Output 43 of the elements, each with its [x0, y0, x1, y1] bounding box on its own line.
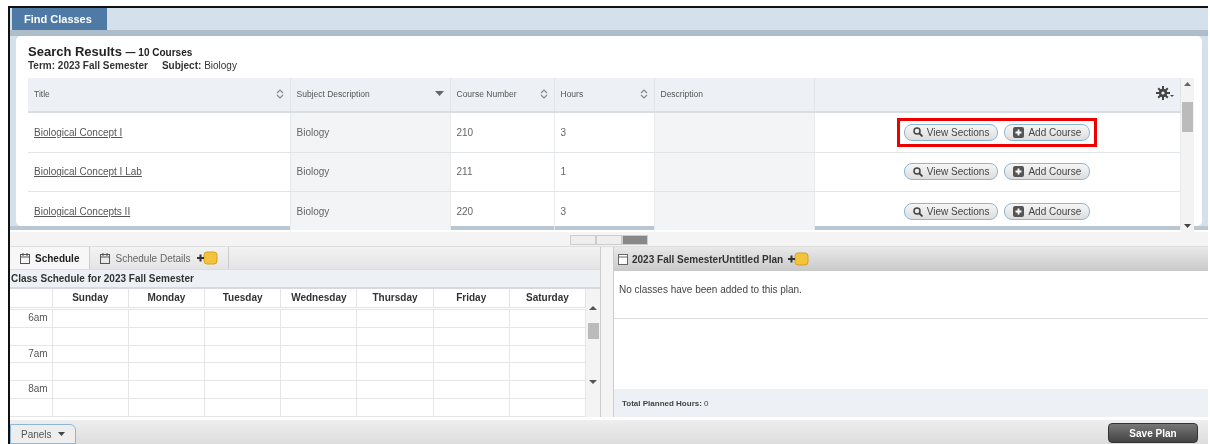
- day-header: Thursday: [356, 289, 434, 309]
- tab[interactable]: Find Classes: [12, 8, 107, 30]
- course-title-link[interactable]: Biological Concept I Lab: [34, 166, 142, 178]
- day-header: Monday: [128, 289, 205, 309]
- table-cell: 211: [450, 152, 554, 192]
- day-header: Sunday: [52, 289, 129, 309]
- add-course-button[interactable]: Add Course: [1004, 123, 1091, 141]
- results-heading: Search Results: [28, 44, 122, 59]
- time-cell: 7am: [10, 345, 53, 363]
- table-cell: 210: [450, 111, 554, 153]
- view-sections-button[interactable]: View Sections: [903, 163, 999, 181]
- tab[interactable]: Schedule: [10, 247, 91, 269]
- course-title-link[interactable]: Biological Concept I: [34, 126, 123, 138]
- day-header: Tuesday: [204, 289, 281, 309]
- column-header[interactable]: Description: [654, 78, 814, 112]
- view-sections-button[interactable]: View Sections: [903, 203, 999, 221]
- term-info: Term: 2023 Fall Semester: [28, 60, 148, 71]
- time-cell: 6am: [10, 308, 53, 328]
- plan-title: 2023 Fall SemesterUntitled Plan: [632, 253, 784, 265]
- tab[interactable]: Schedule Details: [90, 247, 229, 269]
- add-course-button[interactable]: Add Course: [1004, 163, 1091, 181]
- empty-plan-message: No classes have been added to this plan.: [619, 284, 802, 295]
- day-header: Friday: [433, 289, 510, 309]
- table-cell: Biology: [290, 191, 450, 232]
- time-cell: 8am: [10, 380, 53, 399]
- table-cell: 3: [554, 111, 654, 153]
- table-cell: 1: [554, 152, 654, 192]
- save-plan-button[interactable]: Save Plan: [1108, 423, 1198, 443]
- table-cell: Biology: [290, 152, 450, 192]
- day-header: Wednesday: [280, 289, 357, 309]
- column-header[interactable]: Title: [28, 78, 290, 112]
- total-hours: Total Planned Hours: 0: [614, 389, 1208, 417]
- panels-button[interactable]: Panels: [10, 424, 76, 444]
- column-header[interactable]: Subject Description: [290, 78, 450, 112]
- table-cell: Biology: [290, 111, 450, 153]
- course-title-link[interactable]: Biological Concepts II: [34, 206, 131, 218]
- column-header[interactable]: Hours: [554, 78, 654, 112]
- schedule-caption: Class Schedule for 2023 Fall Semester: [10, 270, 600, 289]
- subject-info: Subject: Biology: [161, 60, 237, 71]
- add-course-button[interactable]: Add Course: [1004, 203, 1091, 221]
- view-sections-button[interactable]: View Sections: [903, 123, 999, 141]
- results-count: — 10 Courses: [125, 47, 193, 58]
- column-header[interactable]: Course Number: [450, 78, 554, 112]
